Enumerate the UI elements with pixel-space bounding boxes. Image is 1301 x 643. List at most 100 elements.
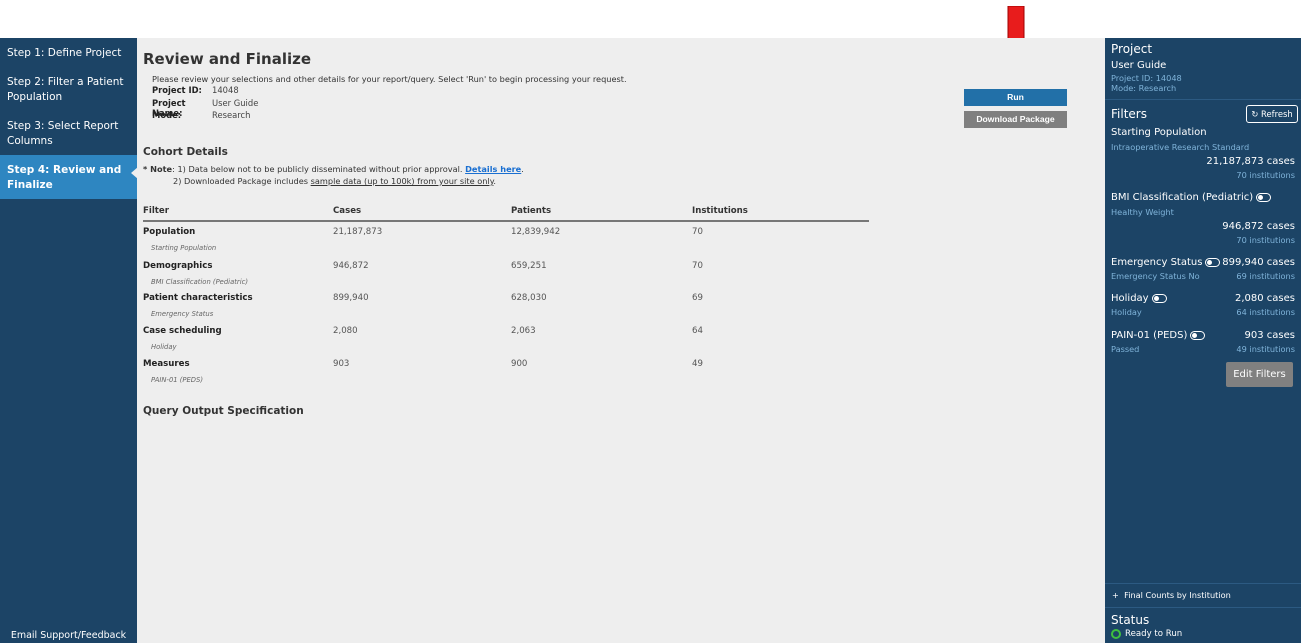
divider [1105, 583, 1301, 584]
refresh-button[interactable]: ↻ Refresh [1246, 105, 1298, 123]
project-heading: Project [1111, 42, 1153, 56]
note-sample-data: sample data (up to 100k) from your site … [310, 176, 494, 186]
row-institutions: 49 [692, 359, 703, 369]
note-prefix: * Note [143, 164, 173, 174]
row-filter: Case scheduling [143, 326, 222, 336]
row-cases: 899,940 [333, 293, 369, 303]
note-line-2: 2) Downloaded Package includes sample da… [143, 175, 524, 187]
left-nav: Step 1: Define Project Step 2: Filter a … [0, 38, 138, 643]
divider [1105, 607, 1301, 608]
note-text: : 1) Data below not to be publicly disse… [172, 164, 466, 174]
row-patients: 2,063 [511, 326, 536, 336]
meta-label: Project Name: [152, 97, 186, 118]
bmi-filter-label: BMI Classification (Pediatric) [1111, 192, 1254, 203]
pain-filter-sub: Passed [1111, 344, 1140, 354]
holiday-toggle[interactable] [1151, 293, 1167, 303]
meta-project-name: Project Name: User Guide [152, 97, 258, 118]
cohort-table-header: Filter Cases Patients Institutions [143, 206, 869, 222]
project-id: Project ID: 14048 [1111, 73, 1182, 83]
page-title: Review and Finalize [143, 50, 312, 68]
final-counts-toggle[interactable]: + Final Counts by Institution [1112, 590, 1231, 600]
header-filter: Filter [143, 206, 169, 216]
row-sub: BMI Classification (Pediatric) [151, 278, 248, 286]
table-row: Patient characteristics 899,940 628,030 … [143, 293, 869, 327]
meta-value: Research [212, 110, 251, 120]
meta-value: 14048 [212, 85, 239, 95]
nav-step-3[interactable]: Step 3: Select Report Columns [0, 111, 137, 155]
row-cases: 946,872 [333, 261, 369, 271]
nav-step-4[interactable]: Step 4: Review and Finalize [0, 155, 138, 199]
row-institutions: 70 [692, 227, 703, 237]
nav-step-2[interactable]: Step 2: Filter a Patient Population [0, 67, 137, 111]
row-patients: 12,839,942 [511, 227, 561, 237]
bmi-toggle[interactable] [1256, 192, 1272, 202]
row-sub: PAIN-01 (PEDS) [151, 376, 204, 384]
run-button[interactable]: Run [964, 89, 1067, 106]
row-sub: Starting Population [151, 244, 217, 252]
download-package-button[interactable]: Download Package [964, 111, 1067, 128]
header-institutions: Institutions [692, 206, 748, 216]
emergency-filter-cases: 899,940 cases [1222, 257, 1295, 268]
status-ready: Ready to Run [1111, 629, 1182, 639]
header-patients: Patients [511, 206, 552, 216]
cohort-note: * Note: 1) Data below not to be publicly… [143, 163, 524, 187]
edit-filters-button[interactable]: Edit Filters [1226, 362, 1293, 387]
bmi-filter-title: BMI Classification (Pediatric) [1111, 192, 1272, 203]
divider [1105, 99, 1301, 100]
project-meta: Project ID: 14048 Project Name: User Gui… [152, 85, 258, 123]
row-institutions: 69 [692, 293, 703, 303]
query-output-heading: Query Output Specification [143, 405, 304, 417]
emergency-filter-title: Emergency Status [1111, 257, 1221, 268]
row-institutions: 64 [692, 326, 703, 336]
holiday-filter-title: Holiday [1111, 293, 1167, 304]
row-sub: Emergency Status [151, 310, 214, 318]
meta-label: Mode: [152, 110, 182, 120]
refresh-icon: ↻ [1251, 109, 1259, 119]
meta-label: Project ID: [152, 85, 202, 95]
plus-icon: + [1112, 590, 1125, 600]
meta-project-id: Project ID: 14048 [152, 85, 258, 98]
row-cases: 2,080 [333, 326, 358, 336]
details-here-link[interactable]: Details here [465, 164, 521, 174]
top-bar [0, 0, 1301, 38]
row-patients: 900 [511, 359, 528, 369]
note-text-2a: 2) Downloaded Package includes [173, 176, 311, 186]
cohort-details-heading: Cohort Details [143, 146, 228, 158]
starting-population-institutions: 70 institutions [1236, 170, 1295, 180]
holiday-filter-label: Holiday [1111, 293, 1149, 304]
row-patients: 628,030 [511, 293, 547, 303]
table-row: Demographics 946,872 659,251 70 BMI Clas… [143, 261, 869, 295]
holiday-filter-cases: 2,080 cases [1234, 293, 1295, 304]
row-filter: Population [143, 227, 196, 237]
final-counts-label: Final Counts by Institution [1124, 590, 1231, 600]
row-patients: 659,251 [511, 261, 547, 271]
email-support-link[interactable]: Email Support/Feedback [0, 630, 137, 641]
row-sub: Holiday [151, 343, 177, 351]
emergency-toggle[interactable] [1205, 257, 1221, 267]
row-filter: Patient characteristics [143, 293, 253, 303]
row-institutions: 70 [692, 261, 703, 271]
starting-population-title: Starting Population [1111, 127, 1207, 138]
refresh-label: Refresh [1261, 109, 1293, 119]
table-row: Measures 903 900 49 PAIN-01 (PEDS) [143, 359, 869, 393]
holiday-filter-institutions: 64 institutions [1236, 307, 1295, 317]
bmi-filter-sub: Healthy Weight [1111, 207, 1174, 217]
emergency-filter-sub: Emergency Status No [1111, 271, 1200, 281]
starting-population-sub: Intraoperative Research Standard [1111, 142, 1250, 152]
right-panel: Project User Guide Project ID: 14048 Mod… [1105, 38, 1301, 643]
filters-heading: Filters [1111, 107, 1147, 121]
table-row: Population 21,187,873 12,839,942 70 Star… [143, 227, 869, 261]
holiday-filter-sub: Holiday [1111, 307, 1142, 317]
row-cases: 21,187,873 [333, 227, 383, 237]
nav-step-1[interactable]: Step 1: Define Project [0, 38, 137, 67]
note-end: . [521, 164, 524, 174]
row-filter: Demographics [143, 261, 213, 271]
app-root: Step 1: Define Project Step 2: Filter a … [0, 0, 1301, 643]
emergency-filter-institutions: 69 institutions [1236, 271, 1295, 281]
table-row: Case scheduling 2,080 2,063 64 Holiday [143, 326, 869, 360]
status-label: Ready to Run [1125, 629, 1183, 639]
project-name: User Guide [1111, 60, 1167, 71]
pain-toggle[interactable] [1190, 330, 1206, 340]
pain-filter-institutions: 49 institutions [1236, 344, 1295, 354]
row-filter: Measures [143, 359, 190, 369]
